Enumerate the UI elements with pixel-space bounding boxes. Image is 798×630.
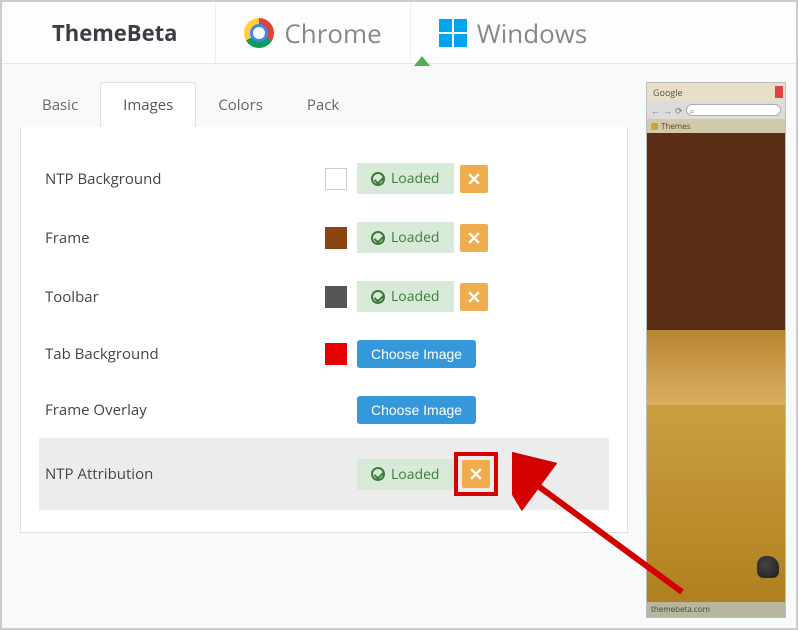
preview-toolbar: ← → ⟳ ⌕ xyxy=(647,101,785,119)
loaded-text: Loaded xyxy=(391,169,440,188)
loaded-badge: Loaded xyxy=(357,281,454,312)
chrome-icon xyxy=(244,18,274,48)
close-icon xyxy=(470,468,482,480)
row-label: Tab Background xyxy=(45,344,325,364)
row-ntp-attribution: NTP Attribution Loaded xyxy=(39,438,609,510)
check-circle-icon xyxy=(371,467,385,481)
preview-bookmark-text: Themes xyxy=(661,121,691,132)
delete-button[interactable] xyxy=(460,165,488,193)
forward-icon: → xyxy=(663,104,672,117)
tab-images[interactable]: Images xyxy=(100,82,196,127)
close-icon xyxy=(468,291,480,303)
row-frame: Frame Loaded xyxy=(39,208,609,267)
top-navbar: ThemeBeta Chrome Windows xyxy=(2,2,796,64)
close-icon xyxy=(468,173,480,185)
delete-button[interactable] xyxy=(460,224,488,252)
preview-tab-title: Google xyxy=(653,86,683,99)
nav-chrome-label: Chrome xyxy=(284,15,381,51)
check-circle-icon xyxy=(371,231,385,245)
elephant-silhouette-icon xyxy=(757,556,779,578)
theme-preview-pane: Google ← → ⟳ ⌕ Themes themebeta.com xyxy=(646,82,786,618)
row-label: NTP Background xyxy=(45,169,325,189)
preview-tabbar: Google xyxy=(647,83,785,101)
nav-chrome[interactable]: Chrome xyxy=(215,2,409,63)
nav-windows[interactable]: Windows xyxy=(410,2,616,63)
choose-image-button[interactable]: Choose Image xyxy=(357,396,476,424)
loaded-text: Loaded xyxy=(391,228,440,247)
check-circle-icon xyxy=(371,290,385,304)
loaded-text: Loaded xyxy=(391,465,440,484)
preview-omnibox: ⌕ xyxy=(686,104,781,116)
row-frame-overlay: Frame Overlay Choose Image xyxy=(39,382,609,438)
row-tab-background: Tab Background Choose Image xyxy=(39,326,609,382)
row-label: NTP Attribution xyxy=(45,464,325,484)
editor-column: Basic Images Colors Pack NTP Background … xyxy=(20,82,628,618)
delete-button[interactable] xyxy=(460,283,488,311)
preview-ntp-body xyxy=(647,133,785,602)
preview-attribution: themebeta.com xyxy=(647,602,785,617)
windows-icon xyxy=(439,19,467,47)
check-circle-icon xyxy=(371,172,385,186)
images-panel: NTP Background Loaded Frame Loaded xyxy=(20,127,628,533)
search-icon: ⌕ xyxy=(690,104,695,117)
row-ntp-background: NTP Background Loaded xyxy=(39,149,609,208)
close-icon xyxy=(468,232,480,244)
row-toolbar: Toolbar Loaded xyxy=(39,267,609,326)
tab-bar: Basic Images Colors Pack xyxy=(20,82,628,127)
color-swatch[interactable] xyxy=(325,343,347,365)
row-label: Toolbar xyxy=(45,287,325,307)
delete-button[interactable] xyxy=(462,460,490,488)
annotation-highlight-box xyxy=(454,452,498,496)
nav-windows-label: Windows xyxy=(477,15,588,51)
color-swatch[interactable] xyxy=(325,286,347,308)
tab-pack[interactable]: Pack xyxy=(285,83,361,127)
favicon-icon xyxy=(651,123,658,130)
loaded-badge: Loaded xyxy=(357,163,454,194)
row-label: Frame Overlay xyxy=(45,400,325,420)
back-icon: ← xyxy=(651,104,660,117)
choose-image-button[interactable]: Choose Image xyxy=(357,340,476,368)
row-label: Frame xyxy=(45,228,325,248)
reload-icon: ⟳ xyxy=(675,104,683,117)
loaded-badge: Loaded xyxy=(357,222,454,253)
content-area: Basic Images Colors Pack NTP Background … xyxy=(2,64,796,628)
tab-colors[interactable]: Colors xyxy=(196,83,285,127)
loaded-text: Loaded xyxy=(391,287,440,306)
tab-basic[interactable]: Basic xyxy=(20,83,100,127)
brand-title: ThemeBeta xyxy=(2,18,215,48)
preview-bookmark-bar: Themes xyxy=(647,119,785,133)
active-nav-pointer-icon xyxy=(414,56,430,66)
color-swatch[interactable] xyxy=(325,227,347,249)
color-swatch[interactable] xyxy=(325,168,347,190)
loaded-badge: Loaded xyxy=(357,459,454,490)
